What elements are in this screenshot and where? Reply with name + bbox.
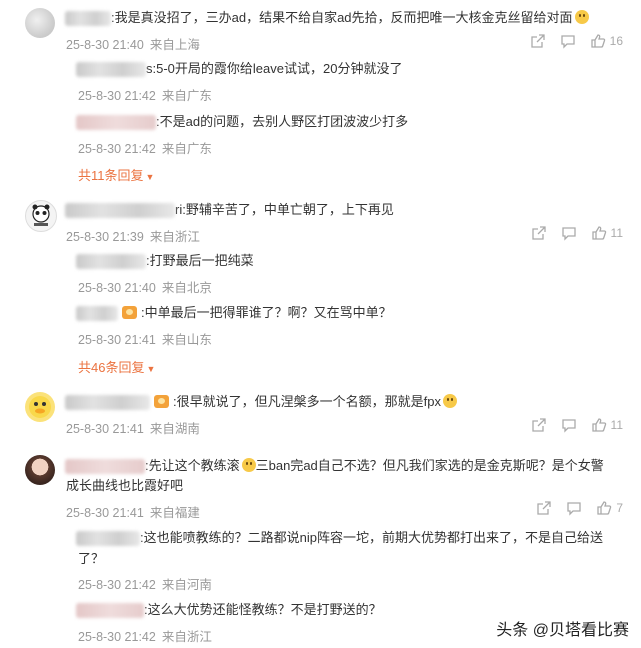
username-blurred[interactable] [65,11,111,27]
username-blurred[interactable] [76,603,144,619]
reply-text: :这么大优势还能怪教练？不是打野送的？ [144,602,382,617]
like-count: 16 [609,34,623,48]
comment-icon[interactable] [561,417,577,433]
reply-location: 来自广东 [161,142,212,156]
comment-icon[interactable] [561,225,577,241]
reply-time: 25-8-30 21:42 [78,142,156,156]
reply-time: 25-8-30 21:42 [78,89,156,103]
comment-text: :很早就说了，但凡涅槃多一个名额，那就是fpx [173,394,441,409]
comment-location: 来自福建 [149,506,200,520]
comment-text: ri:野辅辛苦了，中单亡朝了，上下再见 [175,202,394,217]
reply-text: s:5-0开局的霞你给leave试试，20分钟就没了 [146,61,403,76]
share-icon[interactable] [531,417,547,433]
emoji-icon [241,458,256,472]
thumbs-up-icon [590,34,605,48]
like-count: 7 [616,501,623,515]
comment-time: 25-8-30 21:41 [66,506,144,520]
comment-location: 来自上海 [149,38,200,52]
chevron-down-icon: ▼ [145,172,155,182]
share-icon[interactable] [530,33,546,49]
reply-location: 来自广东 [161,89,212,103]
share-icon[interactable] [536,500,552,516]
avatar[interactable] [25,455,55,485]
emoji-icon [574,10,589,24]
username-blurred[interactable] [65,203,175,219]
comment-location: 来自浙江 [149,230,200,244]
comment-actions: 16 [530,33,623,49]
like-button[interactable]: 11 [591,417,623,433]
reply-time: 25-8-30 21:42 [78,578,156,592]
comment-location: 来自湖南 [149,422,200,436]
view-more-replies-link[interactable]: 共11条回复 ▼ [78,165,154,184]
username-blurred[interactable] [76,531,140,547]
like-button[interactable]: 7 [596,500,623,516]
emoji-icon [442,394,457,408]
reply-text-line2: 了？ [78,551,105,566]
chevron-down-icon: ▼ [146,364,156,374]
reply-text-line1: :这也能喷教练的？二路都说nip阵容一坨，前期大优势都打出来了，不是自己给送 [140,530,603,545]
reply-1: :打野最后一把纯菜 [76,252,254,270]
reply-1: s:5-0开局的霞你给leave试试，20分钟就没了 [76,60,402,78]
username-blurred[interactable] [76,62,146,78]
reply-text: :中单最后一把得罪谁了？啊？又在骂中单？ [141,305,392,320]
username-blurred[interactable] [76,254,146,270]
thumbs-up-icon [591,226,606,240]
level-badge-icon [154,395,169,408]
reply-2: :中单最后一把得罪谁了？啊？又在骂中单？ [76,304,392,322]
reply-time: 25-8-30 21:42 [78,630,156,644]
comment-text: :我是真没招了，三办ad，结果不给自家ad先拾，反而把唯一大核金克丝留给对面 [111,10,573,25]
watermark: 头条 @贝塔看比赛 [496,622,629,639]
thumbs-up-icon [597,501,612,515]
comment-text-line2: 成长曲线也比霞好吧 [66,478,184,493]
reply-time: 25-8-30 21:41 [78,333,156,347]
panda-avatar-icon [32,204,50,226]
share-icon[interactable] [531,225,547,241]
username-blurred[interactable] [65,395,150,411]
reply-1: :这也能喷教练的？二路都说nip阵容一坨，前期大优势都打出来了，不是自己给送 [76,529,603,547]
reply-location: 来自山东 [161,333,212,347]
comment-time: 25-8-30 21:39 [66,230,144,244]
comment-icon[interactable] [566,500,582,516]
comment-actions: 7 [536,500,623,516]
like-button[interactable]: 11 [591,225,623,241]
avatar[interactable] [25,392,55,422]
like-count: 11 [610,418,623,432]
reply-text: :不是ad的问题，去别人野区打团波波少打多 [156,114,409,129]
comment-text-line1: :先让这个教练滚 [145,458,240,473]
comment-text-line1b: 三ban完ad自己不选？但凡我们家选的是金克斯呢？是个女警 [255,458,604,473]
comment-actions: 11 [531,225,623,241]
username-blurred[interactable] [65,459,145,475]
reply-text: :打野最后一把纯菜 [146,253,254,268]
reply-2: :不是ad的问题，去别人野区打团波波少打多 [76,113,408,131]
thumbs-up-icon [591,418,606,432]
avatar[interactable] [25,8,55,38]
comment-icon[interactable] [560,33,576,49]
comment-actions: 11 [531,417,623,433]
avatar[interactable] [25,200,57,232]
reply-location: 来自河南 [161,578,212,592]
comment-time: 25-8-30 21:41 [66,422,144,436]
comment-time: 25-8-30 21:40 [66,38,144,52]
username-blurred[interactable] [76,306,118,322]
like-button[interactable]: 16 [590,33,623,49]
username-blurred[interactable] [76,115,156,131]
view-more-replies-link[interactable]: 共46条回复 ▼ [78,357,155,376]
reply-location: 来自北京 [161,281,212,295]
duck-avatar-icon [29,396,51,418]
reply-time: 25-8-30 21:40 [78,281,156,295]
reply-location: 来自浙江 [161,630,212,644]
like-count: 11 [610,226,623,240]
reply-2: :这么大优势还能怪教练？不是打野送的？ [76,601,382,619]
level-badge-icon [122,306,137,319]
